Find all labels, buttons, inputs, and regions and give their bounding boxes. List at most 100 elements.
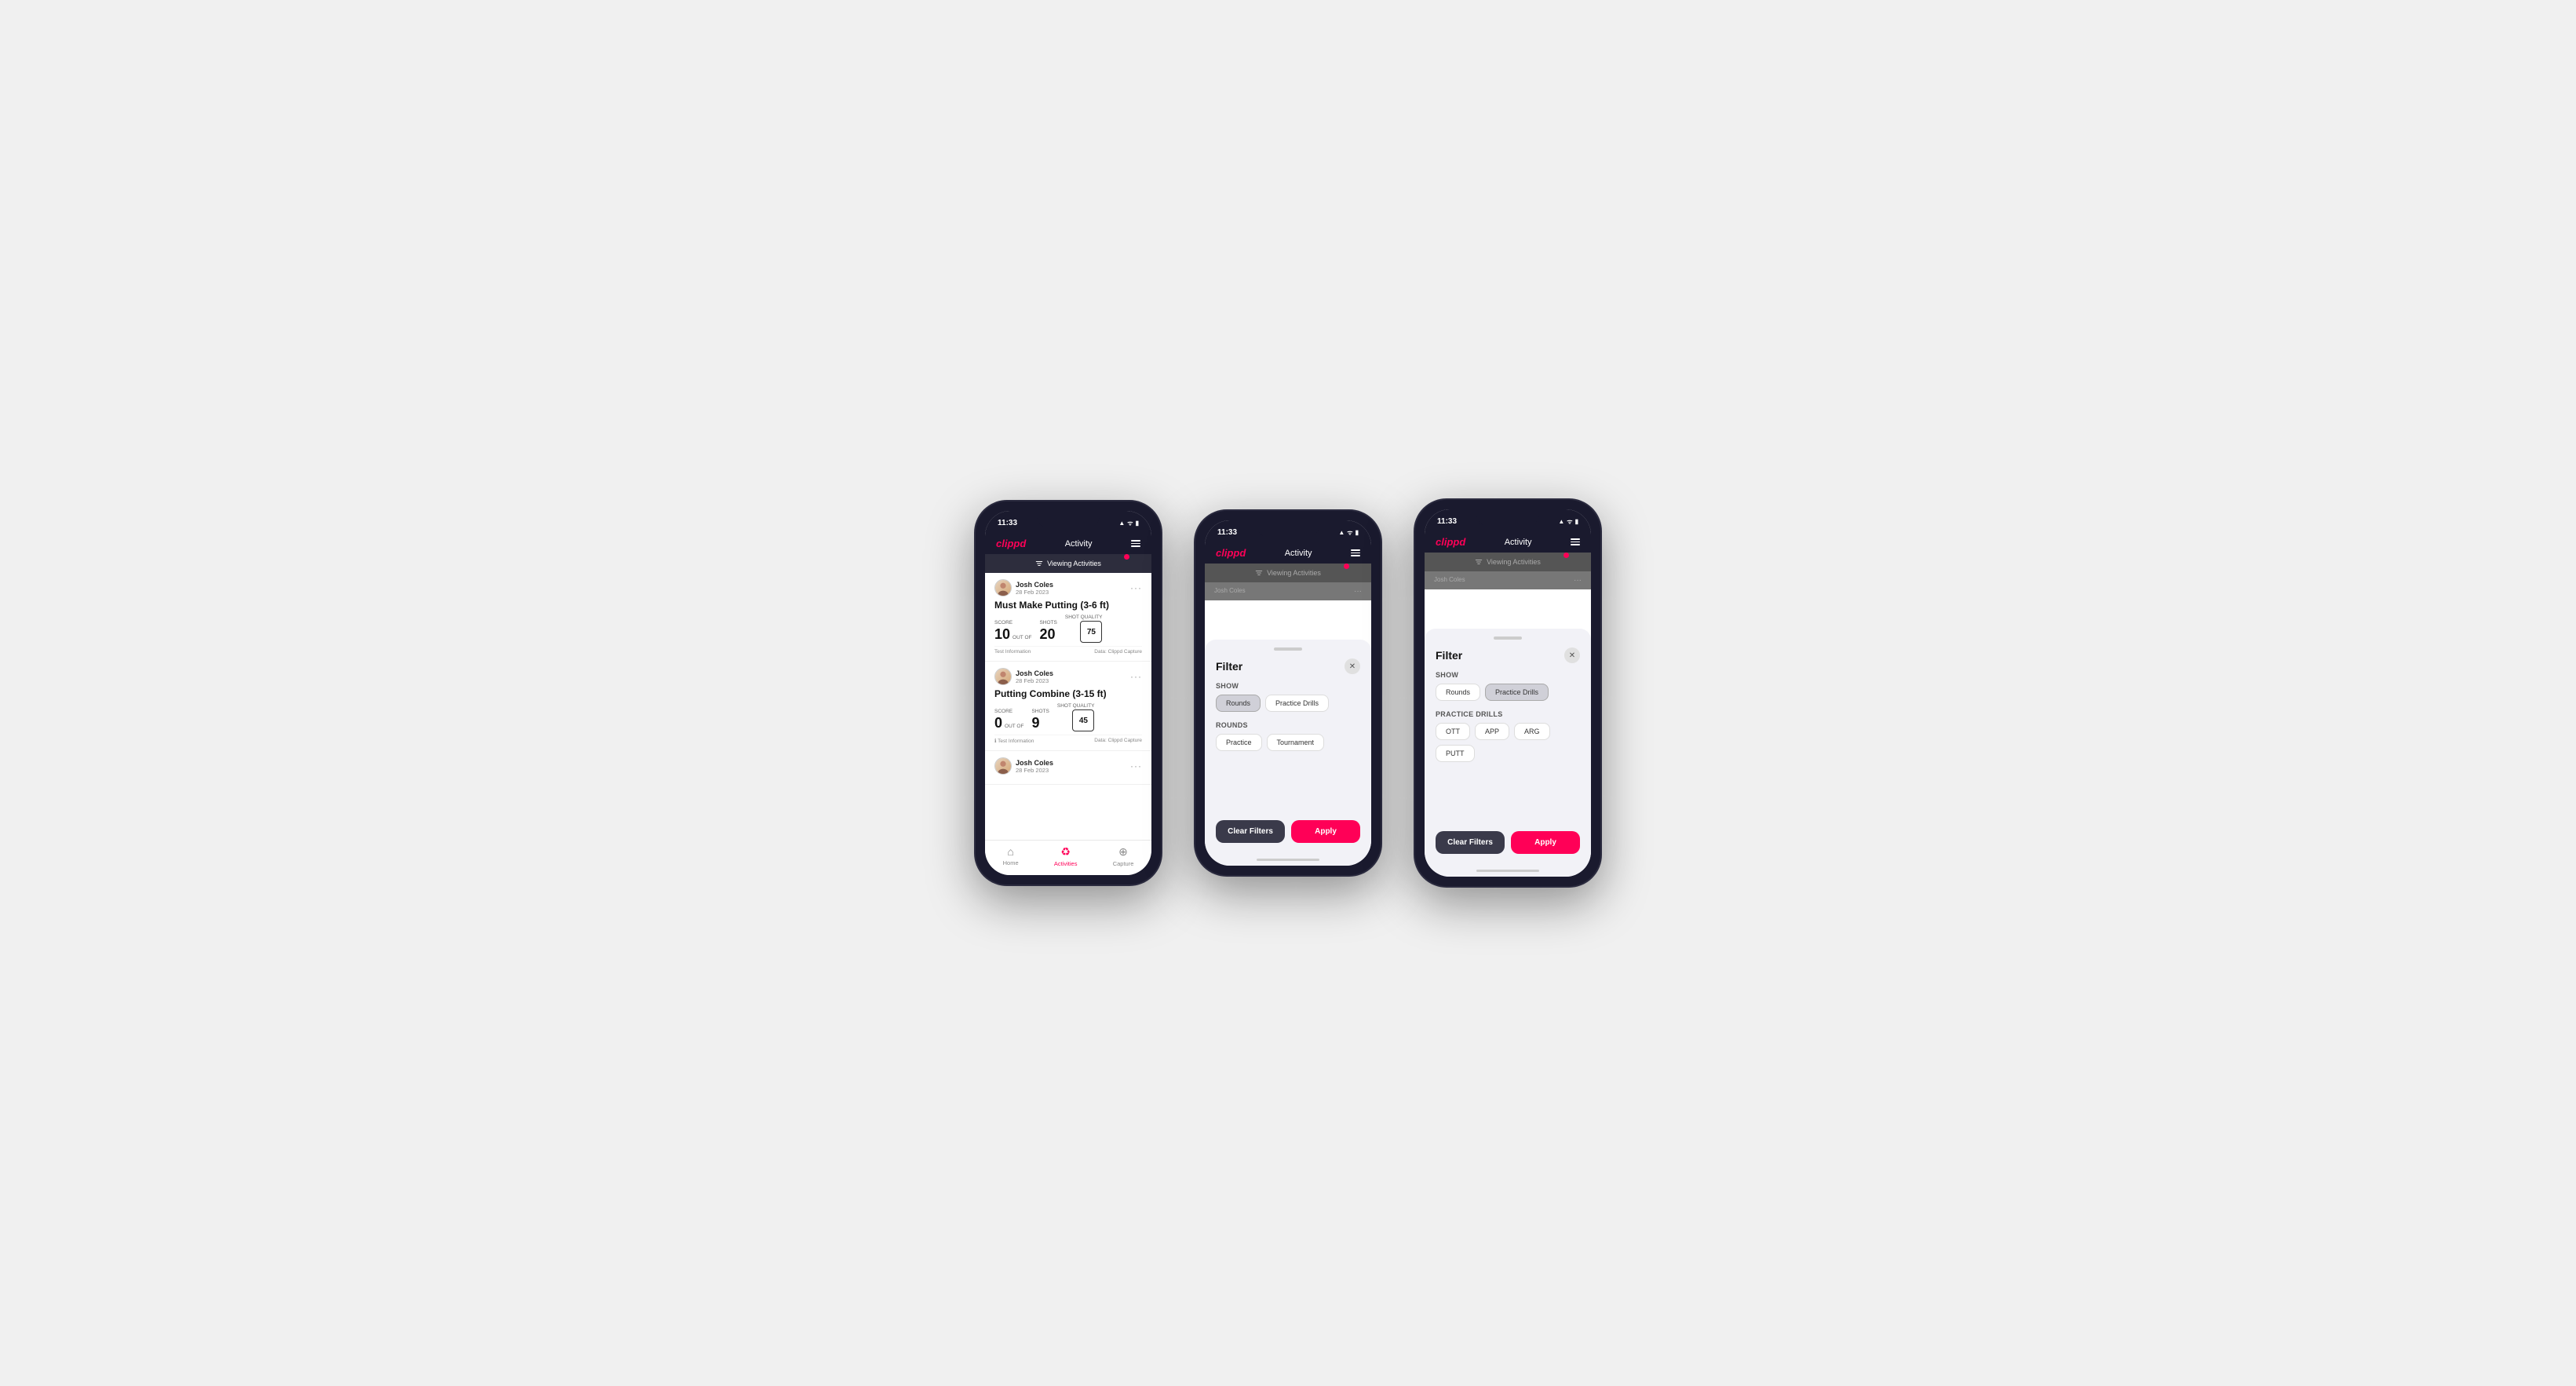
filter-overlay-2: Filter ✕ Show Rounds Practice Drills Rou… bbox=[1205, 640, 1371, 854]
user-info-2: Josh Coles 28 Feb 2023 bbox=[994, 668, 1053, 685]
quality-badge-1: 75 bbox=[1080, 621, 1102, 643]
chip-practice-2[interactable]: Practice bbox=[1216, 734, 1262, 751]
activity-card-3: Josh Coles 28 Feb 2023 ··· bbox=[985, 751, 1151, 785]
card-header-1: Josh Coles 28 Feb 2023 ··· bbox=[994, 579, 1142, 596]
sheet-handle-3 bbox=[1494, 636, 1522, 640]
card-header-3: Josh Coles 28 Feb 2023 ··· bbox=[994, 757, 1142, 775]
filter-title-2: Filter bbox=[1216, 660, 1242, 673]
practice-chips-3: OTT APP ARG PUTT bbox=[1436, 723, 1580, 762]
filter-overlay-3: Filter ✕ Show Rounds Practice Drills Pra… bbox=[1425, 629, 1591, 865]
chip-app-3[interactable]: APP bbox=[1475, 723, 1509, 740]
avatar-svg-1 bbox=[995, 579, 1011, 596]
viewing-text-3: Viewing Activities bbox=[1487, 558, 1541, 566]
avatar-svg-2 bbox=[995, 668, 1011, 685]
nav-capture-1[interactable]: ⊕ Capture bbox=[1113, 845, 1134, 867]
status-icons-1: ▲ ᯤ ▮ bbox=[1118, 519, 1139, 527]
notification-dot-1 bbox=[1124, 554, 1129, 560]
chip-practice-drills-3[interactable]: Practice Drills bbox=[1485, 684, 1549, 701]
more-dots-2[interactable]: ··· bbox=[1130, 671, 1142, 682]
activities-icon: ♻ bbox=[1060, 845, 1071, 859]
clear-filters-3[interactable]: Clear Filters bbox=[1436, 831, 1505, 854]
notch-2 bbox=[1257, 520, 1319, 538]
chip-practice-drills-2[interactable]: Practice Drills bbox=[1265, 695, 1329, 712]
show-label-3: Show bbox=[1436, 671, 1580, 679]
menu-icon-3[interactable] bbox=[1571, 538, 1580, 545]
user-date-1: 28 Feb 2023 bbox=[1016, 589, 1053, 596]
logo-3: clippd bbox=[1436, 536, 1465, 548]
show-chips-3: Rounds Practice Drills bbox=[1436, 684, 1580, 701]
chip-putt-3[interactable]: PUTT bbox=[1436, 745, 1475, 762]
shots-value-2: 9 bbox=[1031, 715, 1039, 731]
dimmed-user-bar: Josh Coles ··· bbox=[1205, 582, 1371, 600]
stats-row-2: Score 0 OUT OF Shots 9 Shot Quality 45 bbox=[994, 703, 1142, 731]
avatar-3 bbox=[994, 757, 1012, 775]
avatar-2 bbox=[994, 668, 1012, 685]
chip-rounds-2[interactable]: Rounds bbox=[1216, 695, 1261, 712]
filter-icon-3 bbox=[1475, 558, 1483, 566]
stats-row-1: Score 10 OUT OF Shots 20 Shot Quality 75 bbox=[994, 615, 1142, 643]
rounds-label-2: Rounds bbox=[1216, 721, 1360, 729]
sheet-bottom-2 bbox=[1205, 854, 1371, 866]
battery-icon-3: ▮ bbox=[1575, 518, 1578, 525]
close-filter-2[interactable]: ✕ bbox=[1345, 658, 1360, 674]
user-date-2: 28 Feb 2023 bbox=[1016, 677, 1053, 684]
activity-list-1: Josh Coles 28 Feb 2023 ··· Must Make Put… bbox=[985, 573, 1151, 840]
filter-buttons-3: Clear Filters Apply bbox=[1436, 831, 1580, 854]
menu-icon-1[interactable] bbox=[1131, 540, 1140, 547]
bottom-nav-1: ⌂ Home ♻ Activities ⊕ Capture bbox=[985, 840, 1151, 875]
dimmed-user-bar-3: Josh Coles ··· bbox=[1425, 571, 1591, 589]
status-icons-2: ▲ ᯤ ▮ bbox=[1338, 528, 1359, 537]
score-value-2: 0 bbox=[994, 715, 1002, 731]
more-dots-1[interactable]: ··· bbox=[1130, 582, 1142, 593]
signal-icon-3: ▲ bbox=[1558, 518, 1564, 525]
menu-icon-2[interactable] bbox=[1351, 549, 1360, 556]
filter-icon-1 bbox=[1035, 560, 1043, 567]
nav-activities-1[interactable]: ♻ Activities bbox=[1054, 845, 1078, 867]
viewing-bar-1: Viewing Activities bbox=[985, 554, 1151, 573]
avatar-1 bbox=[994, 579, 1012, 596]
card-footer-1: Test Information Data: Clippd Capture bbox=[994, 646, 1142, 655]
sheet-handle-2 bbox=[1274, 647, 1302, 651]
card-footer-2: ℹ Test Information Data: Clippd Capture bbox=[994, 735, 1142, 744]
show-chips-2: Rounds Practice Drills bbox=[1216, 695, 1360, 712]
practice-label-3: Practice Drills bbox=[1436, 710, 1580, 718]
quality-badge-2: 45 bbox=[1072, 709, 1094, 731]
chip-rounds-3[interactable]: Rounds bbox=[1436, 684, 1480, 701]
wifi-icon-2: ᯤ bbox=[1347, 528, 1352, 537]
viewing-text-2: Viewing Activities bbox=[1267, 569, 1321, 577]
notch-3 bbox=[1476, 509, 1539, 527]
chip-ott-3[interactable]: OTT bbox=[1436, 723, 1470, 740]
nav-home-1[interactable]: ⌂ Home bbox=[1003, 845, 1019, 867]
clear-filters-2[interactable]: Clear Filters bbox=[1216, 820, 1285, 843]
more-dots-3[interactable]: ··· bbox=[1130, 760, 1142, 771]
signal-icon: ▲ bbox=[1118, 520, 1125, 527]
filter-icon-2 bbox=[1255, 569, 1263, 577]
show-label-2: Show bbox=[1216, 682, 1360, 690]
wifi-icon-3: ᯤ bbox=[1567, 517, 1572, 526]
bottom-handle-2 bbox=[1257, 859, 1319, 861]
home-label: Home bbox=[1003, 859, 1019, 866]
user-info-1: Josh Coles 28 Feb 2023 bbox=[994, 579, 1053, 596]
activity-card-1: Josh Coles 28 Feb 2023 ··· Must Make Put… bbox=[985, 573, 1151, 662]
logo-1: clippd bbox=[996, 538, 1026, 549]
avatar-svg-3 bbox=[995, 757, 1011, 775]
close-filter-3[interactable]: ✕ bbox=[1564, 647, 1580, 663]
viewing-bar-3-dimmed: Viewing Activities bbox=[1425, 553, 1591, 571]
status-icons-3: ▲ ᯤ ▮ bbox=[1558, 517, 1578, 526]
phone-3: 11:33 ▲ ᯤ ▮ clippd Activity Viewing Acti… bbox=[1414, 498, 1602, 888]
filter-sheet-3: Filter ✕ Show Rounds Practice Drills Pra… bbox=[1425, 629, 1591, 865]
apply-3[interactable]: Apply bbox=[1511, 831, 1580, 854]
home-icon: ⌂ bbox=[1007, 845, 1013, 858]
phone-2: 11:33 ▲ ᯤ ▮ clippd Activity Viewing Acti… bbox=[1194, 509, 1382, 877]
capture-label: Capture bbox=[1113, 860, 1134, 867]
user-name-3: Josh Coles bbox=[1016, 759, 1053, 767]
user-name-1: Josh Coles bbox=[1016, 581, 1053, 589]
card-header-2: Josh Coles 28 Feb 2023 ··· bbox=[994, 668, 1142, 685]
nav-bar-2: clippd Activity bbox=[1205, 542, 1371, 564]
chip-tournament-2[interactable]: Tournament bbox=[1267, 734, 1325, 751]
apply-2[interactable]: Apply bbox=[1291, 820, 1360, 843]
wifi-icon: ᯤ bbox=[1127, 519, 1133, 527]
signal-icon-2: ▲ bbox=[1338, 529, 1345, 536]
chip-arg-3[interactable]: ARG bbox=[1514, 723, 1550, 740]
notch bbox=[1037, 511, 1100, 528]
